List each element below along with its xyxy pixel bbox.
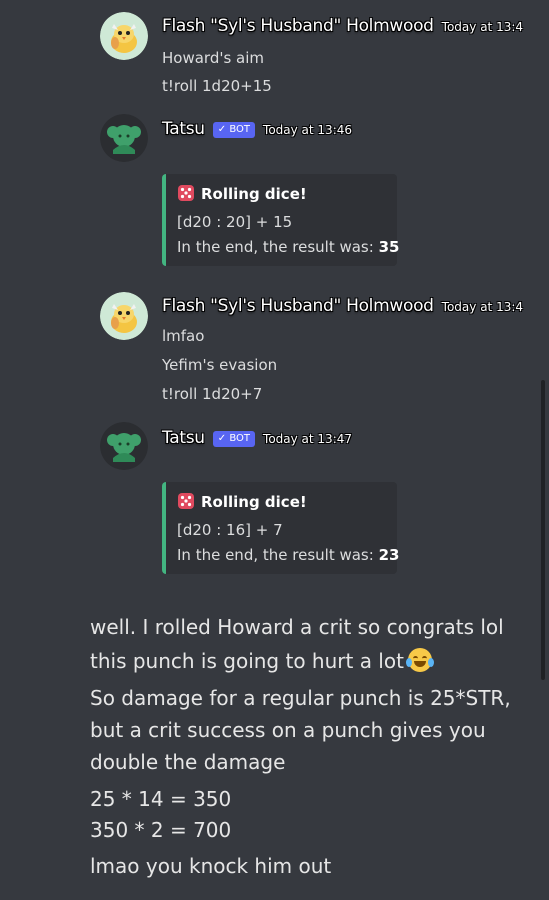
timestamp: Today at 13:4 <box>441 20 524 34</box>
embed-result-value: 35 <box>378 238 400 256</box>
caption-line: well. I rolled Howard a crit so congrats… <box>90 615 504 639</box>
embed-result-label: In the end, the result was: <box>177 238 379 256</box>
dice-roll-embed: Rolling dice! [d20 : 16] + 7 In the end,… <box>162 482 399 574</box>
timestamp: Today at 13:4 <box>441 300 524 314</box>
tatsu-avatar[interactable] <box>100 114 148 162</box>
joy-tears-emoji-icon <box>405 648 434 672</box>
caption-line: 25 * 14 = 350 <box>90 787 232 811</box>
bot-badge: ✓ BOT <box>212 431 256 447</box>
message-text: t!roll 1d20+7 <box>162 385 263 403</box>
timestamp: Today at 13:46 <box>263 123 353 137</box>
embed-title: Rolling dice! <box>201 493 307 511</box>
tatsu-avatar-icon <box>100 114 148 162</box>
scrollbar[interactable] <box>541 380 545 680</box>
embed-result-label: In the end, the result was: <box>177 546 379 564</box>
bot-badge: ✓ BOT <box>212 122 256 138</box>
embed-roll: [d20 : 16] + 7 <box>177 521 283 539</box>
embed-title-row: Rolling dice! <box>177 184 385 206</box>
dice-icon <box>177 492 195 514</box>
username[interactable]: Tatsu <box>162 119 205 139</box>
caption-line: double the damage <box>90 750 286 774</box>
message-header: Tatsu ✓ BOT Today at 13:46 <box>162 119 352 139</box>
username[interactable]: Flash "Syl's Husband" Holmwood <box>162 16 434 36</box>
caption-line-text: this punch is going to hurt a lot <box>90 649 404 673</box>
embed-result: In the end, the result was: 23 <box>177 546 399 564</box>
embed-roll: [d20 : 20] + 15 <box>177 213 293 231</box>
tatsu-avatar[interactable] <box>100 422 148 470</box>
caption-line: lmao you knock him out <box>90 854 332 878</box>
dice-icon <box>177 184 195 206</box>
caption-line: So damage for a regular punch is 25*STR, <box>90 686 511 710</box>
tatsu-avatar-icon <box>100 422 148 470</box>
message-header: Tatsu ✓ BOT Today at 13:47 <box>162 428 352 448</box>
flash-avatar[interactable] <box>100 292 148 340</box>
message-text: lmfao <box>162 327 205 345</box>
message-text: t!roll 1d20+15 <box>162 77 272 95</box>
bird-avatar-icon <box>100 292 148 340</box>
caption-line: this punch is going to hurt a lot <box>90 648 434 673</box>
timestamp: Today at 13:47 <box>263 432 353 446</box>
dice-roll-embed: Rolling dice! [d20 : 20] + 15 In the end… <box>162 174 399 266</box>
username[interactable]: Tatsu <box>162 428 205 448</box>
embed-title: Rolling dice! <box>201 185 307 203</box>
bird-avatar-icon <box>100 12 148 60</box>
embed-title-row: Rolling dice! <box>177 492 385 514</box>
embed-result-value: 23 <box>378 546 400 564</box>
message-text: Howard's aim <box>162 49 265 67</box>
message-header: Flash "Syl's Husband" Holmwood Today at 1… <box>162 16 523 36</box>
caption-line: 350 * 2 = 700 <box>90 818 232 842</box>
flash-avatar[interactable] <box>100 12 148 60</box>
caption-line: but a crit success on a punch gives you <box>90 718 486 742</box>
username[interactable]: Flash "Syl's Husband" Holmwood <box>162 296 434 316</box>
message-header: Flash "Syl's Husband" Holmwood Today at 1… <box>162 296 523 316</box>
message-text: Yefim's evasion <box>162 356 278 374</box>
embed-result: In the end, the result was: 35 <box>177 238 399 256</box>
